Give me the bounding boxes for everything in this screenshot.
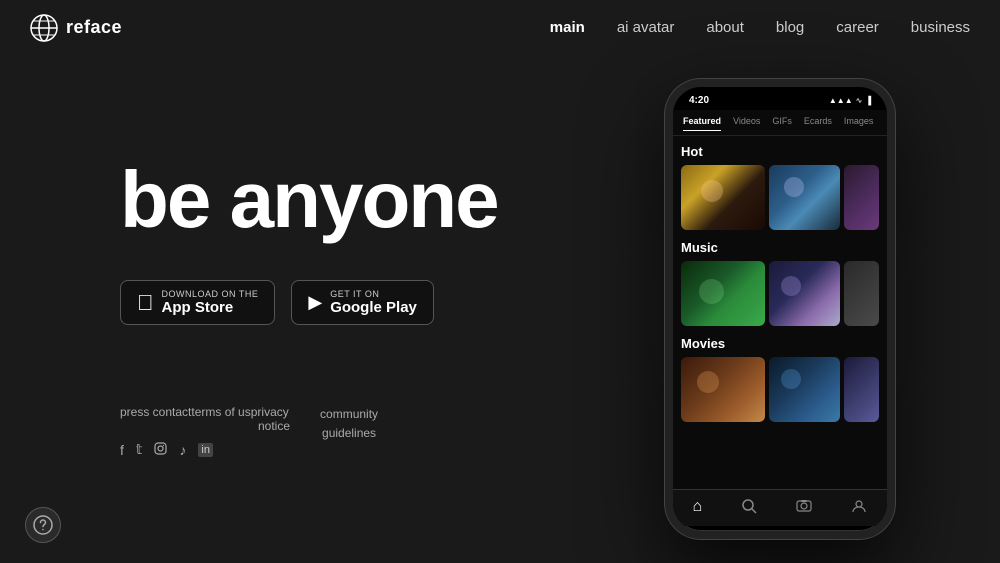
hot-thumb-2[interactable] (769, 165, 839, 230)
help-icon (33, 515, 53, 535)
hot-thumb-1[interactable] (681, 165, 765, 230)
music-thumb-3[interactable] (844, 261, 879, 326)
google-play-button[interactable]: ▶ GET IT ON Google Play (291, 280, 434, 325)
movie-thumb-2[interactable] (769, 357, 839, 422)
tab-featured[interactable]: Featured (683, 116, 721, 131)
footer-left-col: press contactterms of usprivacy notice f… (120, 405, 290, 458)
phone-status-bar: 4:20 ▲▲▲ ∿ ▐ (673, 87, 887, 110)
hot-row (681, 165, 879, 230)
section-hot-title: Hot (681, 144, 879, 159)
app-bottom-nav: ⌂ (673, 489, 887, 526)
store-buttons:  Download on the App Store ▶ GET IT ON … (120, 280, 580, 325)
wifi-icon: ∿ (856, 96, 863, 105)
main-nav: main ai avatar about blog career busines… (550, 19, 970, 36)
app-content: Hot Music (673, 136, 887, 489)
privacy-link[interactable]: privacy (251, 405, 289, 419)
nav-camera-icon[interactable] (796, 498, 812, 516)
movie-thumb-3[interactable] (844, 357, 879, 422)
tab-ecards[interactable]: Ecards (804, 116, 832, 131)
tab-videos[interactable]: Videos (733, 116, 760, 131)
header: reface main ai avatar about blog career … (0, 0, 1000, 55)
google-play-small-text: GET IT ON (330, 289, 417, 299)
logo-text: reface (66, 17, 122, 38)
community-guidelines-col: community guidelines (320, 405, 378, 443)
help-badge[interactable] (25, 507, 61, 543)
community-guidelines-link[interactable]: community guidelines (320, 405, 378, 443)
linkedin-icon[interactable]: in (198, 443, 213, 457)
phone-screen: Featured Videos GIFs Ecards Images Hot (673, 110, 887, 526)
google-play-large-text: Google Play (330, 299, 417, 316)
main-content: be anyone  Download on the App Store ▶ … (0, 55, 1000, 563)
app-store-button[interactable]:  Download on the App Store (120, 280, 275, 325)
section-music-title: Music (681, 240, 879, 255)
nav-item-main[interactable]: main (550, 19, 585, 36)
status-icons: ▲▲▲ ∿ ▐ (829, 96, 871, 105)
terms-link[interactable]: terms of us (191, 405, 250, 419)
nav-profile-icon[interactable] (851, 498, 867, 516)
app-tabs: Featured Videos GIFs Ecards Images (673, 110, 887, 136)
nav-search-icon[interactable] (741, 498, 757, 516)
privacy-notice-link[interactable]: notice (258, 419, 290, 433)
left-section: be anyone  Download on the App Store ▶ … (0, 160, 580, 458)
app-store-text: Download on the App Store (162, 289, 259, 316)
instagram-icon[interactable] (154, 442, 167, 458)
phone-mockup: 4:20 ▲▲▲ ∿ ▐ Featured Videos GIFs Ecards (665, 79, 895, 539)
facebook-icon[interactable]: f (120, 442, 124, 458)
section-movies-title: Movies (681, 336, 879, 351)
app-store-small-text: Download on the (162, 289, 259, 299)
hero-headline: be anyone (120, 160, 580, 240)
google-play-text: GET IT ON Google Play (330, 289, 417, 316)
app-store-large-text: App Store (162, 299, 259, 316)
music-thumb-1[interactable] (681, 261, 765, 326)
movies-row (681, 357, 879, 422)
music-row (681, 261, 879, 326)
phone-frame: 4:20 ▲▲▲ ∿ ▐ Featured Videos GIFs Ecards (665, 79, 895, 539)
twitter-icon[interactable]: 𝕥 (136, 441, 143, 458)
battery-icon: ▐ (865, 96, 871, 105)
press-contact-link[interactable]: press contact (120, 405, 191, 419)
google-play-icon: ▶ (308, 292, 322, 313)
apple-icon:  (137, 290, 154, 316)
movie-thumb-1[interactable] (681, 357, 765, 422)
status-time: 4:20 (689, 95, 709, 106)
nav-item-career[interactable]: career (836, 19, 879, 36)
logo[interactable]: reface (30, 14, 122, 42)
tab-gifs[interactable]: GIFs (772, 116, 792, 131)
tab-images[interactable]: Images (844, 116, 874, 131)
nav-item-blog[interactable]: blog (776, 19, 804, 36)
logo-icon (30, 14, 58, 42)
hot-thumb-3[interactable] (844, 165, 879, 230)
nav-item-ai-avatar[interactable]: ai avatar (617, 19, 675, 36)
social-icons: f 𝕥 ♪ in (120, 441, 290, 458)
nav-item-about[interactable]: about (706, 19, 744, 36)
signal-icon: ▲▲▲ (829, 96, 853, 105)
footer-link-row: press contactterms of usprivacy (120, 405, 290, 419)
nav-home-icon[interactable]: ⌂ (693, 498, 703, 516)
phone-section: 4:20 ▲▲▲ ∿ ▐ Featured Videos GIFs Ecards (580, 79, 1000, 539)
music-thumb-2[interactable] (769, 261, 839, 326)
footer-links: press contactterms of usprivacy notice f… (120, 405, 580, 458)
nav-item-business[interactable]: business (911, 19, 970, 36)
tiktok-icon[interactable]: ♪ (179, 442, 186, 458)
